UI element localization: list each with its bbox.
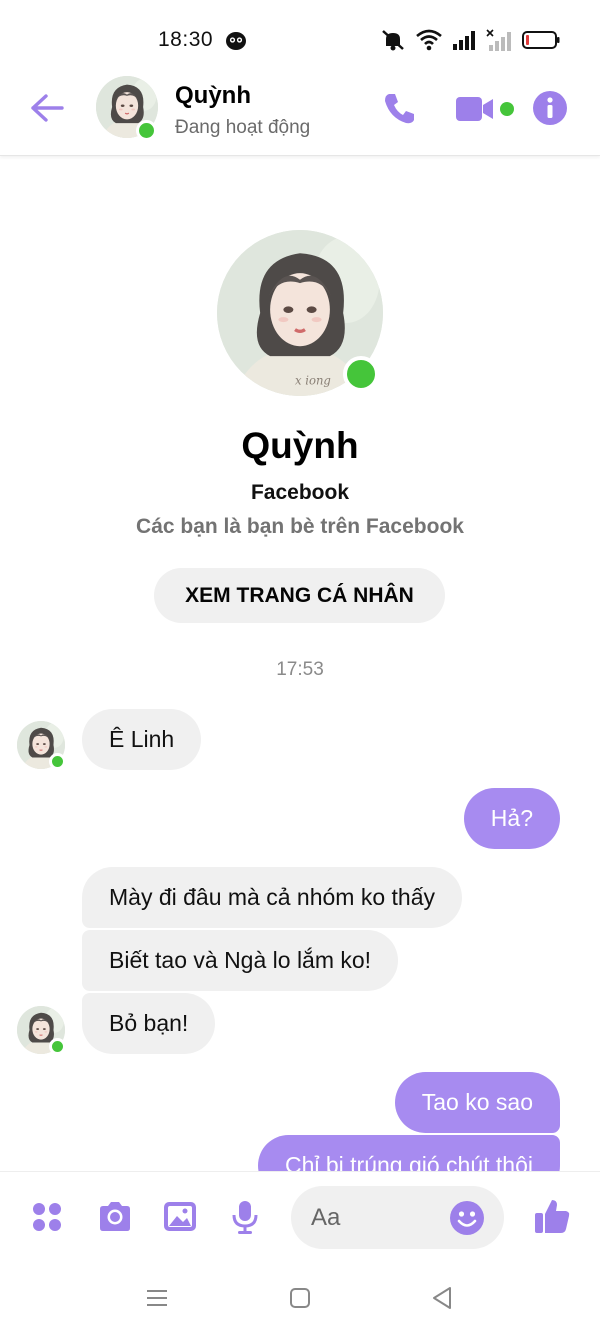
recent-apps-icon[interactable] bbox=[142, 1283, 172, 1313]
message-bubble-incoming[interactable]: Biết tao và Ngà lo lắm ko! bbox=[82, 930, 399, 991]
back-arrow-icon[interactable] bbox=[28, 92, 68, 124]
wifi-icon bbox=[416, 29, 442, 51]
system-nav-bar bbox=[0, 1263, 600, 1333]
view-profile-button[interactable]: XEM TRANG CÁ NHÂN bbox=[154, 568, 445, 623]
info-icon[interactable] bbox=[532, 90, 568, 126]
thumbs-up-icon[interactable] bbox=[532, 1196, 572, 1236]
status-time: 18:30 bbox=[158, 28, 214, 51]
signal-icon-sim1 bbox=[453, 31, 475, 50]
message-bubble-outgoing[interactable]: Chỉ bị trúng gió chút thôi bbox=[257, 1135, 560, 1171]
status-bar: 18:30 bbox=[0, 0, 600, 76]
sender-avatar[interactable] bbox=[17, 721, 66, 770]
microphone-icon[interactable] bbox=[226, 1198, 264, 1236]
status-indicators bbox=[380, 28, 560, 52]
message-input-placeholder: Aa bbox=[311, 1204, 341, 1231]
active-status: Đang hoạt động bbox=[175, 117, 311, 138]
online-status-dot bbox=[136, 120, 157, 141]
profile-avatar[interactable]: x iong bbox=[217, 230, 383, 396]
avatar-signature: x iong bbox=[295, 373, 331, 387]
chat-header: Quỳnh Đang hoạt động bbox=[0, 76, 600, 156]
emoji-icon[interactable] bbox=[449, 1200, 485, 1236]
profile-relation: Các bạn là bạn bè trên Facebook bbox=[136, 515, 464, 538]
sender-online-dot bbox=[49, 1038, 66, 1055]
back-nav-icon[interactable] bbox=[428, 1283, 458, 1313]
home-icon[interactable] bbox=[285, 1283, 315, 1313]
message-bubble-incoming[interactable]: Bỏ bạn! bbox=[82, 993, 216, 1054]
message-bubble-outgoing[interactable]: Tao ko sao bbox=[394, 1072, 560, 1133]
image-icon[interactable] bbox=[161, 1198, 199, 1236]
message-bubble-incoming[interactable]: Mày đi đâu mà cả nhóm ko thấy bbox=[82, 867, 462, 928]
video-call-button[interactable] bbox=[455, 92, 515, 126]
message-timestamp: 17:53 bbox=[276, 659, 324, 680]
message-input[interactable]: Aa bbox=[291, 1186, 504, 1249]
sender-online-dot bbox=[49, 753, 66, 770]
video-camera-icon bbox=[456, 97, 493, 121]
profile-online-dot bbox=[343, 356, 379, 392]
profile-name: Quỳnh bbox=[241, 425, 359, 466]
battery-icon bbox=[522, 31, 560, 49]
message-composer: Aa bbox=[0, 1171, 600, 1263]
message-bubble-outgoing[interactable]: Hả? bbox=[463, 788, 560, 849]
conversation-area[interactable]: x iong Quỳnh Facebook Các bạn là bạn bè … bbox=[0, 156, 600, 1171]
notification-app-icon bbox=[226, 32, 246, 50]
video-online-dot bbox=[500, 102, 514, 116]
sender-avatar[interactable] bbox=[17, 1006, 66, 1055]
menu-dots-icon[interactable] bbox=[28, 1198, 66, 1236]
mute-icon bbox=[382, 30, 404, 51]
camera-icon[interactable] bbox=[96, 1198, 134, 1236]
profile-platform: Facebook bbox=[250, 481, 350, 504]
signal-icon-sim2 bbox=[486, 29, 511, 51]
message-bubble-incoming[interactable]: Ê Linh bbox=[82, 709, 202, 770]
contact-name[interactable]: Quỳnh bbox=[175, 82, 251, 110]
header-avatar[interactable] bbox=[96, 76, 158, 141]
phone-icon[interactable] bbox=[382, 90, 418, 126]
